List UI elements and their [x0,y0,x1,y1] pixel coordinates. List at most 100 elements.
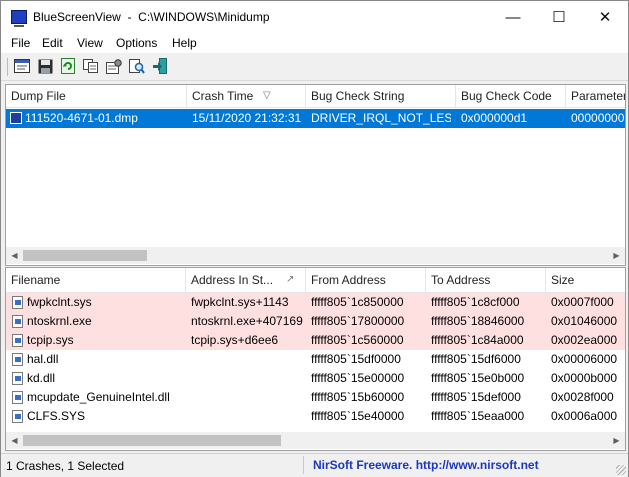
driver-to-address-cell: fffff805`15df6000 [431,352,521,366]
scroll-left-arrow[interactable]: ◀ [6,247,23,264]
driver-file-icon [12,410,23,423]
menu-view[interactable]: View [77,36,103,50]
driver-from-address-cell: fffff805`15b60000 [311,390,405,404]
driver-to-address-cell: fffff805`15def000 [431,390,521,404]
find-icon[interactable] [128,57,146,75]
col-to-address[interactable]: To Address [426,268,546,292]
col-bug-check-code[interactable]: Bug Check Code [456,85,566,107]
driver-row[interactable]: CLFS.SYS fffff805`15e40000 fffff805`15eaa0… [6,407,625,426]
col-parameter[interactable]: Parameter [566,85,625,107]
status-summary: 1 Crashes, 1 Selected [6,459,125,473]
driver-size-cell: 0x0028f000 [551,390,614,404]
parameter-cell: 00000000`0 [571,111,625,125]
col-crash-time-label: Crash Time [192,89,254,103]
driver-filename-cell: hal.dll [6,350,186,369]
status-divider [303,456,304,474]
driver-size-cell: 0x0000b000 [551,371,618,385]
driver-list-header: Filename Address In St... ↗ From Address… [6,268,625,293]
driver-row[interactable]: ntoskrnl.exe ntoskrnl.exe+407169 fffff805`… [6,312,625,331]
main-window: BlueScreenView - C:\WINDOWS\Minidump — ☐… [0,0,629,477]
driver-from-address-cell: fffff805`15e40000 [311,409,405,423]
crash-list-hscrollbar[interactable]: ◀ ▶ [6,247,625,264]
driver-address-in-stack-cell: fwpkclnt.sys+1143 [191,295,289,309]
crash-time-cell: 15/11/2020 21:32:31 [192,111,302,125]
col-dump-file[interactable]: Dump File [6,85,187,107]
driver-list-pane: Filename Address In St... ↗ From Address… [5,267,626,451]
driver-from-address-cell: fffff805`1c560000 [311,333,404,347]
driver-filename-cell: ntoskrnl.exe [6,312,186,331]
minimize-button[interactable]: — [490,1,536,33]
driver-row[interactable]: hal.dll fffff805`15df0000 fffff805`15df600… [6,350,625,369]
scroll-thumb[interactable] [23,435,281,446]
driver-row[interactable]: kd.dll fffff805`15e00000 fffff805`15e0b000… [6,369,625,388]
menu-edit[interactable]: Edit [42,36,63,50]
close-button[interactable]: ✕ [582,1,628,33]
col-address-in-stack[interactable]: Address In St... ↗ [186,268,306,292]
menu-bar: File Edit View Options Help [1,33,628,53]
scroll-thumb[interactable] [23,250,147,261]
driver-to-address-cell: fffff805`18846000 [431,314,525,328]
driver-from-address-cell: fffff805`1c850000 [311,295,404,309]
copy-icon[interactable] [82,57,100,75]
properties-icon[interactable] [105,57,123,75]
save-icon[interactable] [36,57,54,75]
scroll-right-arrow[interactable]: ▶ [608,247,625,264]
driver-size-cell: 0x0007f000 [551,295,614,309]
crash-row[interactable]: 111520-4671-01.dmp 15/11/2020 21:32:31 D… [6,109,625,128]
scroll-right-arrow[interactable]: ▶ [608,432,625,449]
driver-address-in-stack-cell: tcpip.sys+d6ee6 [191,333,279,347]
driver-address-in-stack-cell [186,388,306,407]
driver-filename: fwpkclnt.sys [27,295,92,309]
driver-from-address-cell: fffff805`15e00000 [311,371,405,385]
window-title: BlueScreenView - C:\WINDOWS\Minidump [33,10,270,24]
refresh-icon[interactable] [59,57,77,75]
driver-list-hscrollbar[interactable]: ◀ ▶ [6,432,625,449]
toolbar-separator [7,58,8,76]
menu-help[interactable]: Help [172,36,197,50]
driver-filename-cell: tcpip.sys [6,331,186,350]
driver-filename: kd.dll [27,371,56,385]
html-report-icon[interactable] [13,57,31,75]
col-address-in-stack-label: Address In St... [191,273,274,287]
driver-file-icon [12,296,23,309]
driver-row[interactable]: mcupdate_GenuineIntel.dll fffff805`15b600… [6,388,625,407]
driver-size-cell: 0x01046000 [551,314,618,328]
driver-row[interactable]: fwpkclnt.sys fwpkclnt.sys+1143 fffff805`1c… [6,293,625,312]
driver-from-address-cell: fffff805`17800000 [311,314,405,328]
driver-address-in-stack-cell: ntoskrnl.exe+407169 [191,314,303,328]
driver-file-icon [12,353,23,366]
driver-filename-cell: kd.dll [6,369,186,388]
driver-row[interactable]: tcpip.sys tcpip.sys+d6ee6 fffff805`1c56000… [6,331,625,350]
driver-file-icon [12,315,23,328]
driver-from-address-cell: fffff805`15df0000 [311,352,401,366]
col-size[interactable]: Size [546,268,625,292]
app-icon [11,10,27,27]
driver-size-cell: 0x0006a000 [551,409,618,423]
menu-file[interactable]: File [11,36,30,50]
driver-filename: ntoskrnl.exe [27,314,92,328]
dump-file-icon [10,112,22,124]
driver-filename-cell: mcupdate_GenuineIntel.dll [6,388,186,407]
col-crash-time[interactable]: Crash Time ▽ [187,85,306,107]
driver-filename: hal.dll [27,352,59,366]
menu-options[interactable]: Options [116,36,157,50]
exit-icon[interactable] [151,57,169,75]
driver-filename: mcupdate_GenuineIntel.dll [27,390,170,404]
bug-check-string-cell: DRIVER_IRQL_NOT_LESS... [311,111,451,125]
status-bar: 1 Crashes, 1 Selected NirSoft Freeware. … [1,453,628,477]
nirsoft-link[interactable]: NirSoft Freeware. http://www.nirsoft.net [313,458,539,472]
col-bug-check-string[interactable]: Bug Check String [306,85,456,107]
title-bar[interactable]: BlueScreenView - C:\WINDOWS\Minidump — ☐… [1,1,628,33]
maximize-button[interactable]: ☐ [536,1,582,33]
col-filename[interactable]: Filename [6,268,186,292]
col-from-address[interactable]: From Address [306,268,426,292]
crash-list-pane: Dump File Crash Time ▽ Bug Check String … [5,84,626,266]
driver-to-address-cell: fffff805`1c84a000 [431,333,524,347]
toolbar [1,54,628,81]
scroll-left-arrow[interactable]: ◀ [6,432,23,449]
driver-filename: CLFS.SYS [27,409,86,423]
driver-address-in-stack-cell [186,369,306,388]
sort-arrow-icon: ↗ [286,274,295,285]
driver-to-address-cell: fffff805`1c8cf000 [431,295,520,309]
resize-grip[interactable] [616,465,626,475]
